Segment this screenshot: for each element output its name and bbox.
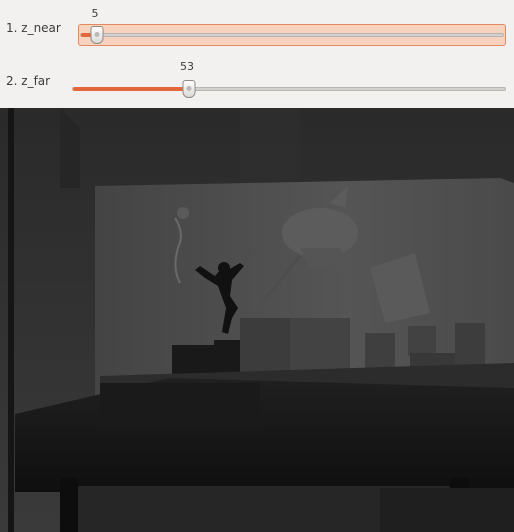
figurine-stand [214,340,244,354]
z-near-label: 1. z_near [6,21,61,35]
table-leg-left [60,478,78,532]
z-near-value: 5 [91,7,99,20]
z-near-slider-handle[interactable] [90,26,104,44]
small-box [408,326,436,356]
trackbar-panel: 5 1. z_near 53 2. z_far [0,0,514,108]
z-far-slider-handle[interactable] [182,80,196,98]
left-border-edge [8,108,14,532]
floor-noise-area [380,488,514,532]
z-far-label: 2. z_far [6,74,51,88]
figurine-head [218,262,230,274]
z-far-value: 53 [180,60,194,73]
balloon [177,207,189,219]
table-shadow [100,383,260,428]
window-reflection [240,108,300,178]
depth-image-view [0,108,514,532]
trackbar-z-far: 53 2. z_far [0,52,514,108]
z-far-slider-fill [73,87,191,91]
z-far-slider-track[interactable] [72,87,506,91]
toy-right [455,323,485,368]
z-near-slider-track[interactable] [80,33,504,37]
trackbar-z-near: 5 1. z_near [0,0,514,52]
depth-image [0,108,514,532]
